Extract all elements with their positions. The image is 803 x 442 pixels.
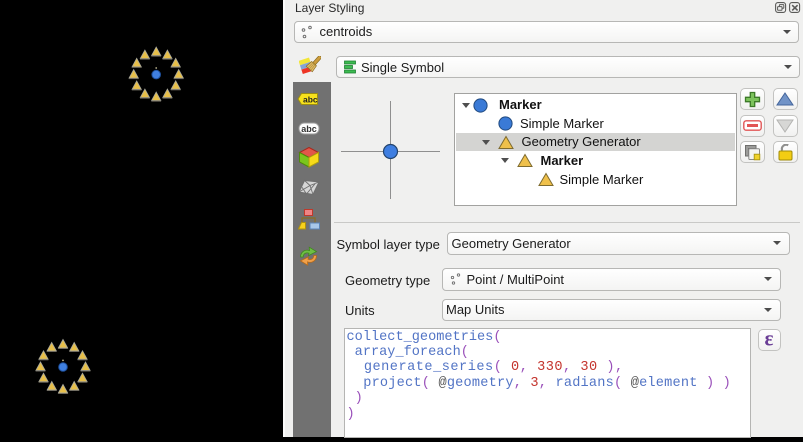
svg-text:abc: abc [303, 95, 318, 105]
svg-text:abc: abc [301, 124, 317, 134]
